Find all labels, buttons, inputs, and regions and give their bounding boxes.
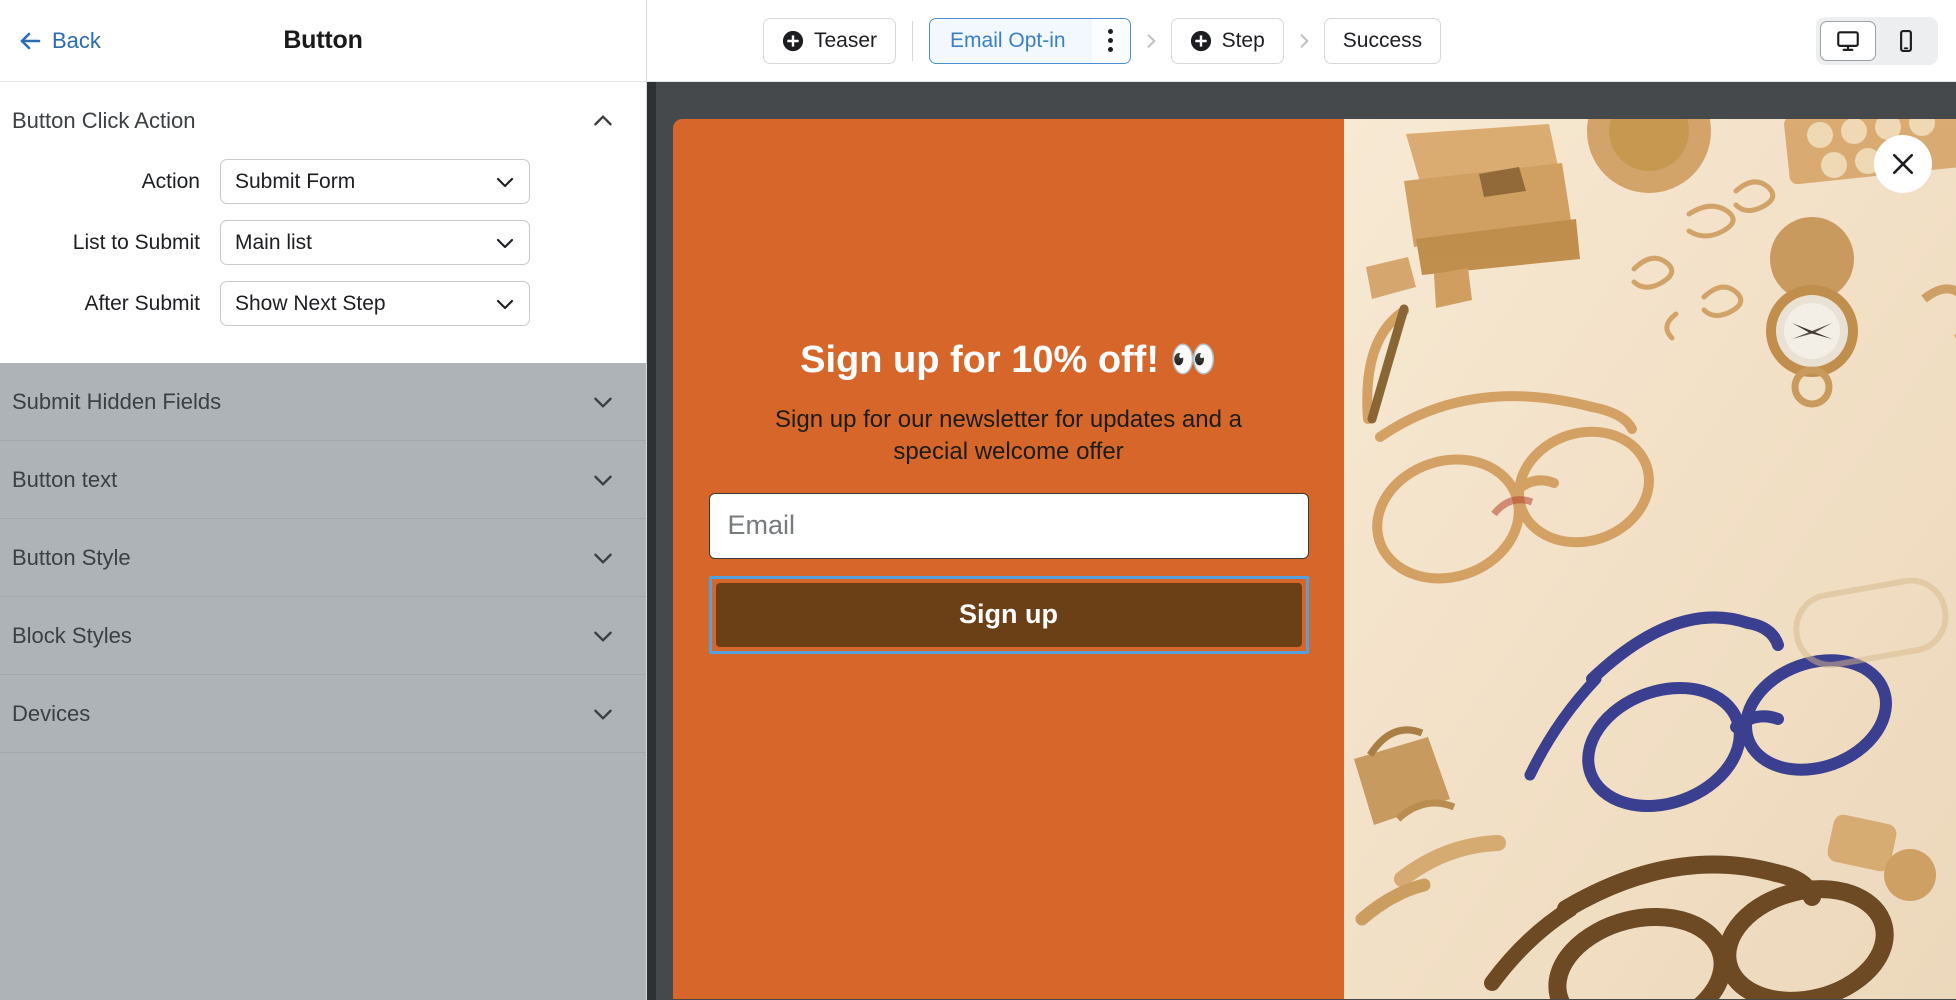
- email-input[interactable]: Email: [708, 492, 1309, 559]
- sidebar-empty-space: [0, 753, 646, 1000]
- back-button[interactable]: Back: [10, 22, 109, 60]
- chevron-down-icon: [590, 701, 616, 727]
- editor-root: Back Button Button Click Action Action S…: [0, 0, 1956, 1000]
- section-label: Button text: [12, 466, 118, 492]
- section-label: Block Styles: [12, 622, 132, 648]
- chevron-right-icon: [1294, 30, 1314, 52]
- select-action[interactable]: Submit Form: [220, 159, 530, 204]
- section-header-submit-hidden-fields[interactable]: Submit Hidden Fields: [0, 363, 646, 441]
- popup-preview: Sign up for 10% off! 👀 Sign up for our n…: [673, 119, 1956, 999]
- step-tab-success-label: Success: [1342, 28, 1423, 52]
- chevron-down-icon: [493, 170, 517, 194]
- popup-content-panel: Sign up for 10% off! 👀 Sign up for our n…: [673, 119, 1344, 999]
- section-button-click-action: Button Click Action Action Submit Form L…: [0, 82, 646, 363]
- desktop-icon: [1835, 28, 1861, 54]
- step-navigation: Teaser Email Opt-in Step Success: [763, 17, 1442, 64]
- section-header-button-text[interactable]: Button text: [0, 441, 646, 519]
- mobile-icon: [1893, 28, 1919, 54]
- editor-toolbar: Teaser Email Opt-in Step Success: [647, 0, 1956, 82]
- field-label-action: Action: [141, 169, 200, 193]
- email-input-placeholder: Email: [727, 510, 796, 541]
- settings-sidebar: Back Button Button Click Action Action S…: [0, 0, 647, 1000]
- eyeglasses-desk-photo: [1344, 119, 1956, 999]
- select-after-submit[interactable]: Show Next Step: [220, 281, 530, 326]
- field-label-after-submit: After Submit: [84, 291, 200, 315]
- plus-circle-icon: [782, 30, 804, 52]
- add-step-button[interactable]: Step: [1170, 17, 1284, 64]
- select-list-to-submit-value: Main list: [235, 230, 313, 254]
- selected-block-outline: Sign up: [708, 575, 1309, 654]
- select-list-to-submit[interactable]: Main list: [220, 220, 530, 265]
- chevron-down-icon: [590, 467, 616, 493]
- field-after-submit: After Submit Show Next Step: [0, 276, 646, 331]
- step-tab-label: Email Opt-in: [950, 28, 1066, 52]
- step-options-menu-icon[interactable]: [1091, 18, 1130, 63]
- chevron-up-icon: [590, 108, 616, 134]
- sidebar-header: Back Button: [0, 0, 646, 82]
- signup-button-label: Sign up: [959, 599, 1058, 630]
- signup-button[interactable]: Sign up: [715, 582, 1302, 647]
- popup-subtext: Sign up for our newsletter for updates a…: [775, 405, 1242, 466]
- mobile-view-button[interactable]: [1878, 21, 1934, 61]
- close-icon: [1888, 149, 1918, 179]
- toolbar-divider: [912, 20, 914, 61]
- section-label: Button Style: [12, 544, 131, 570]
- section-title: Button Click Action: [12, 108, 196, 133]
- popup-heading: Sign up for 10% off! 👀: [800, 339, 1217, 381]
- canvas-edge-strip: [647, 82, 656, 1000]
- popup-image-panel: [1344, 119, 1956, 999]
- field-action: Action Submit Form: [0, 154, 646, 209]
- chevron-down-icon: [493, 292, 517, 316]
- add-teaser-button[interactable]: Teaser: [763, 17, 897, 64]
- chevron-down-icon: [590, 545, 616, 571]
- editor-main: Teaser Email Opt-in Step Success Sign up…: [647, 0, 1956, 1000]
- section-header-button-click-action[interactable]: Button Click Action: [0, 82, 646, 154]
- section-label: Submit Hidden Fields: [12, 388, 222, 414]
- section-header-block-styles[interactable]: Block Styles: [0, 597, 646, 675]
- field-list-to-submit: List to Submit Main list: [0, 215, 646, 270]
- step-tab-email-opt-in[interactable]: Email Opt-in: [929, 17, 1131, 64]
- collapsed-sections: Submit Hidden Fields Button text Button …: [0, 363, 646, 1000]
- section-label: Devices: [12, 700, 91, 726]
- select-after-submit-value: Show Next Step: [235, 291, 386, 315]
- chevron-down-icon: [590, 623, 616, 649]
- desktop-view-button[interactable]: [1820, 20, 1876, 61]
- add-step-label: Step: [1221, 28, 1265, 52]
- close-button[interactable]: [1874, 135, 1932, 193]
- select-action-value: Submit Form: [235, 169, 356, 193]
- sidebar-body: Button Click Action Action Submit Form L…: [0, 82, 646, 1000]
- step-tab-success[interactable]: Success: [1323, 17, 1442, 64]
- arrow-left-icon: [18, 29, 42, 53]
- section-header-button-style[interactable]: Button Style: [0, 519, 646, 597]
- back-button-label: Back: [52, 27, 101, 53]
- preview-canvas: Sign up for 10% off! 👀 Sign up for our n…: [647, 82, 1956, 1000]
- plus-circle-icon: [1190, 30, 1212, 52]
- chevron-right-icon: [1141, 30, 1161, 52]
- device-preview-toggle: [1816, 16, 1938, 65]
- add-teaser-label: Teaser: [814, 28, 878, 52]
- chevron-down-icon: [590, 389, 616, 415]
- chevron-down-icon: [493, 231, 517, 255]
- section-header-devices[interactable]: Devices: [0, 675, 646, 753]
- field-label-list-to-submit: List to Submit: [72, 230, 200, 254]
